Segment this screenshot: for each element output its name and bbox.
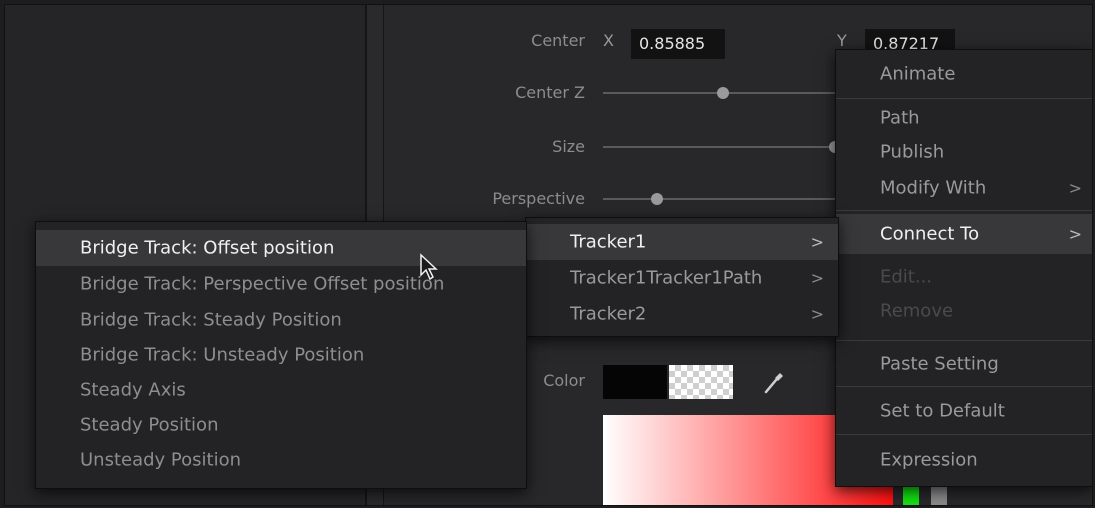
menu-item-bridge-unsteady-position[interactable]: Bridge Track: Unsteady Position	[36, 338, 526, 372]
center-x-label: X	[603, 31, 614, 50]
chevron-right-icon: >	[1068, 178, 1082, 198]
menu-item-remove[interactable]: Remove	[836, 294, 1092, 328]
menu-item-modify-with[interactable]: Modify With >	[836, 170, 1092, 206]
menu-item-set-to-default[interactable]: Set to Default	[836, 390, 1092, 432]
size-slider[interactable]	[603, 146, 843, 148]
center-label: Center	[531, 31, 585, 50]
context-menu: Animate Path Publish Modify With > Connec…	[835, 49, 1092, 487]
menu-item-publish[interactable]: Publish	[836, 134, 1092, 170]
alpha-swatch[interactable]	[669, 365, 733, 399]
menu-item-tracker1tracker1path[interactable]: Tracker1Tracker1Path >	[526, 260, 838, 296]
chevron-right-icon: >	[1068, 224, 1082, 244]
menu-item-bridge-offset-position[interactable]: Bridge Track: Offset position	[36, 230, 526, 266]
chevron-right-icon: >	[810, 268, 824, 288]
menu-item-bridge-steady-position[interactable]: Bridge Track: Steady Position	[36, 302, 526, 338]
menu-item-edit[interactable]: Edit...	[836, 260, 1092, 294]
menu-item-tracker1[interactable]: Tracker1 >	[526, 224, 838, 260]
menu-item-unsteady-position[interactable]: Unsteady Position	[36, 442, 526, 478]
chevron-right-icon: >	[810, 232, 824, 252]
menu-item-expression[interactable]: Expression	[836, 438, 1092, 482]
menu-item-tracker2[interactable]: Tracker2 >	[526, 296, 838, 332]
menu-item-steady-position[interactable]: Steady Position	[36, 408, 526, 442]
menu-separator	[836, 434, 1092, 435]
menu-separator	[836, 210, 1092, 211]
tracker-submenu: Tracker1 > Tracker1Tracker1Path > Tracker2…	[525, 217, 839, 337]
perspective-slider[interactable]	[603, 198, 843, 200]
menu-item-animate[interactable]: Animate	[836, 54, 1092, 94]
size-label: Size	[552, 137, 585, 156]
menu-item-steady-axis[interactable]: Steady Axis	[36, 372, 526, 408]
center-z-label: Center Z	[515, 83, 585, 102]
menu-item-path[interactable]: Path	[836, 102, 1092, 134]
window-frame: Center X 0.85885 Y 0.87217 Center Z Size…	[4, 4, 1093, 506]
chevron-right-icon: >	[810, 304, 824, 324]
perspective-slider-handle[interactable]	[651, 193, 663, 205]
menu-separator	[836, 98, 1092, 99]
menu-separator	[836, 386, 1092, 387]
color-label: Color	[543, 371, 585, 390]
menu-item-bridge-perspective-offset[interactable]: Bridge Track: Perspective Offset positio…	[36, 266, 526, 302]
bridge-track-submenu: Bridge Track: Offset position Bridge Tra…	[35, 221, 527, 489]
color-swatch[interactable]	[603, 365, 667, 399]
menu-item-paste-setting[interactable]: Paste Setting	[836, 344, 1092, 384]
center-z-slider-handle[interactable]	[717, 87, 729, 99]
menu-item-connect-to[interactable]: Connect To >	[836, 214, 1092, 254]
mouse-cursor-icon	[419, 253, 439, 281]
perspective-label: Perspective	[492, 189, 585, 208]
eyedropper-icon[interactable]	[763, 369, 785, 395]
center-y-label: Y	[837, 31, 847, 50]
center-x-input[interactable]: 0.85885	[631, 29, 725, 59]
menu-separator	[836, 340, 1092, 341]
